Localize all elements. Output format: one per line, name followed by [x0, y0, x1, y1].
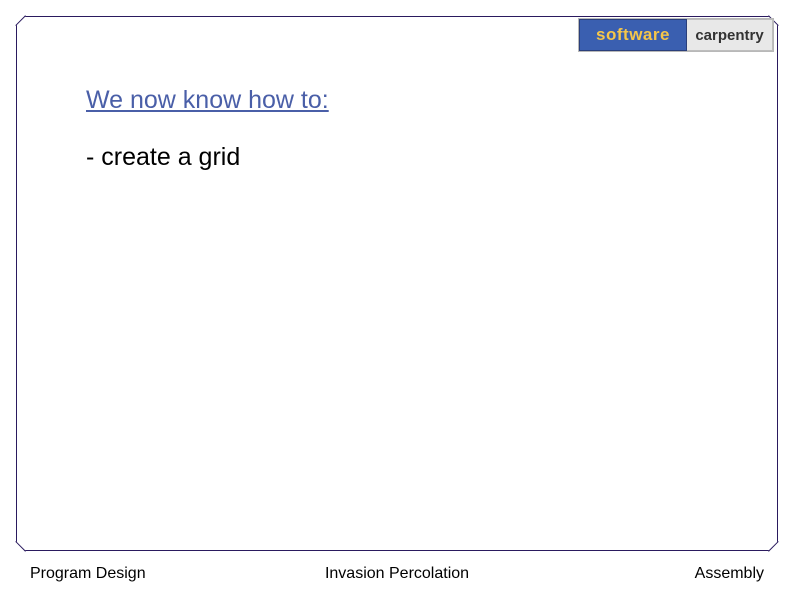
slide: software carpentry We now know how to: -…	[0, 0, 794, 595]
logo-software-carpentry: software carpentry	[578, 18, 774, 52]
footer-right: Assembly	[695, 565, 764, 583]
logo-right-text: carpentry	[687, 19, 773, 51]
footer-left: Program Design	[30, 565, 146, 583]
slide-footer: Program Design Invasion Percolation Asse…	[30, 565, 764, 583]
footer-center: Invasion Percolation	[325, 565, 469, 583]
slide-content: We now know how to: - create a grid	[86, 86, 734, 172]
bullet-item: - create a grid	[86, 143, 734, 172]
logo-left-text: software	[579, 19, 687, 51]
content-heading: We now know how to:	[86, 86, 734, 115]
